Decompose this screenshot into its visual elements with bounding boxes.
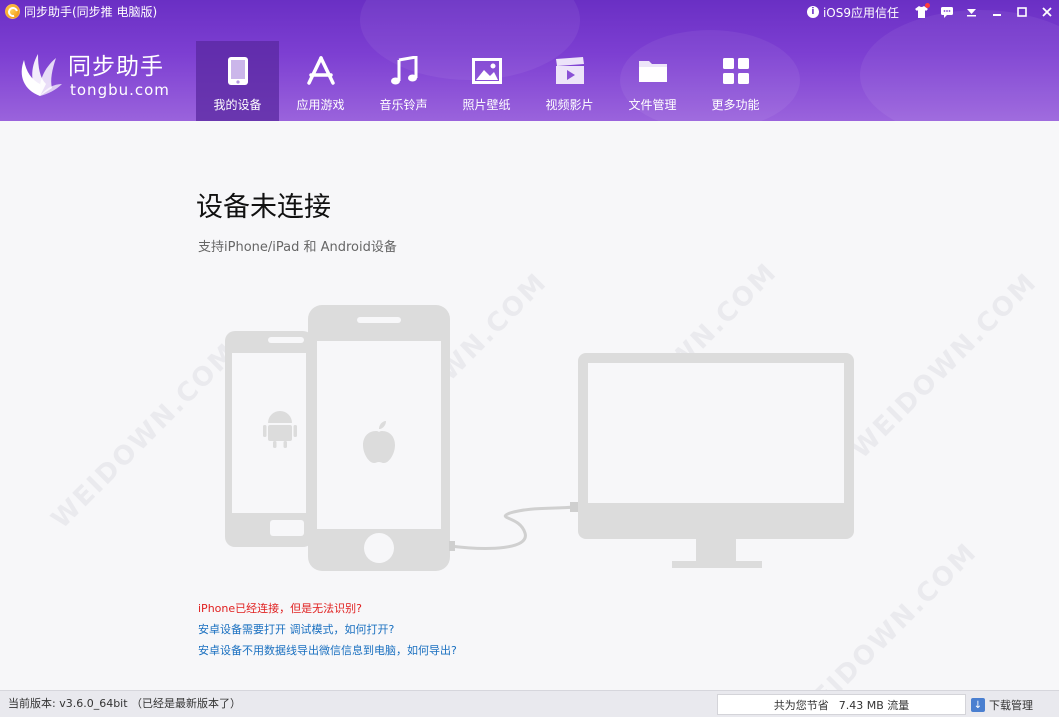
usb-cable-illustration xyxy=(449,505,576,550)
nav-apps-games[interactable]: 应用游戏 xyxy=(279,41,362,121)
download-manager-label: 下载管理 xyxy=(989,699,1033,712)
version-text: 当前版本: v3.6.0_64bit （已经是最新版本了） xyxy=(8,697,242,710)
main-content: WEIDOWN.COM WEIDOWN.COM WEIDOWN.COM WEID… xyxy=(0,121,1059,717)
nav-my-device[interactable]: 我的设备 xyxy=(196,41,279,121)
traffic-saved-value: 7.43 MB 流量 xyxy=(838,698,910,712)
nav-file-manager[interactable]: 文件管理 xyxy=(611,41,694,121)
close-icon xyxy=(1041,7,1052,17)
music-note-icon xyxy=(387,54,421,88)
download-arrow-icon: ↓ xyxy=(971,698,985,712)
nav-label: 视频影片 xyxy=(545,98,594,112)
app-logo-icon xyxy=(5,4,20,19)
header-cloud-decoration xyxy=(860,10,1059,121)
nav-label: 应用游戏 xyxy=(296,98,345,112)
computer-monitor-illustration xyxy=(578,353,854,568)
nav-label: 我的设备 xyxy=(213,98,262,112)
folder-icon xyxy=(636,54,670,88)
help-links: iPhone已经连接，但是无法识别? 安卓设备需要打开 调试模式，如何打开? 安… xyxy=(198,602,457,665)
video-clapper-icon xyxy=(553,54,587,88)
ios-trust-label: iOS9应用信任 xyxy=(822,5,899,20)
menu-down-icon xyxy=(966,8,977,17)
menu-button[interactable] xyxy=(959,0,984,24)
maximize-icon xyxy=(1016,7,1027,17)
nav-label: 文件管理 xyxy=(628,98,677,112)
feedback-button[interactable] xyxy=(934,0,959,24)
nav-more-features[interactable]: 更多功能 xyxy=(694,41,777,121)
title-bar[interactable]: 同步助手(同步推 电脑版) i iOS9应用信任 xyxy=(0,0,1059,24)
traffic-saved-label: 共为您节省 xyxy=(773,698,829,712)
picture-icon xyxy=(470,54,504,88)
chat-bubble-icon xyxy=(940,6,953,18)
close-button[interactable] xyxy=(1034,0,1059,24)
ios-trust-button[interactable]: i iOS9应用信任 xyxy=(806,4,899,21)
app-store-icon xyxy=(304,54,338,88)
page-title: 设备未连接 xyxy=(196,192,331,223)
android-phone-illustration xyxy=(225,331,313,547)
download-manager-button[interactable]: ↓ 下载管理 xyxy=(971,695,1033,715)
notification-dot xyxy=(925,3,930,8)
title-bar-controls: i iOS9应用信任 xyxy=(806,0,1059,24)
status-bar: 当前版本: v3.6.0_64bit （已经是最新版本了） 共为您节省 7.43… xyxy=(0,690,1059,717)
brand-logo: 同步助手 tongbu.com xyxy=(16,50,186,102)
main-nav: 我的设备 应用游戏 音乐铃声 照片壁纸 视频影片 文件管理 更多功能 xyxy=(196,41,777,121)
page-subtitle: 支持iPhone/iPad 和 Android设备 xyxy=(198,240,397,255)
logo-english-text: tongbu.com xyxy=(70,81,170,99)
nav-videos[interactable]: 视频影片 xyxy=(528,41,611,121)
iphone-not-recognized-link[interactable]: iPhone已经连接，但是无法识别? xyxy=(198,602,457,615)
iphone-illustration xyxy=(308,305,450,571)
cable-connector xyxy=(449,541,455,551)
nav-label: 音乐铃声 xyxy=(379,98,428,112)
tongbu-bird-icon xyxy=(21,54,62,96)
minimize-icon xyxy=(992,7,1002,17)
device-connection-illustration xyxy=(225,305,854,571)
nav-label: 照片壁纸 xyxy=(462,98,511,112)
minimize-button[interactable] xyxy=(984,0,1009,24)
grid-icon xyxy=(719,54,753,88)
nav-music-ringtones[interactable]: 音乐铃声 xyxy=(362,41,445,121)
android-debug-mode-link[interactable]: 安卓设备需要打开 调试模式，如何打开? xyxy=(198,623,457,636)
nav-photos-wallpapers[interactable]: 照片壁纸 xyxy=(445,41,528,121)
logo-chinese-text: 同步助手 xyxy=(68,54,164,80)
traffic-saved-box: 共为您节省 7.43 MB 流量 xyxy=(717,694,966,715)
skin-button[interactable] xyxy=(909,0,934,24)
watermark-text: WEIDOWN.COM xyxy=(845,267,1044,465)
nav-label: 更多功能 xyxy=(711,98,760,112)
maximize-button[interactable] xyxy=(1009,0,1034,24)
app-header: 同步助手(同步推 电脑版) i iOS9应用信任 同步助手 tongbu.com… xyxy=(0,0,1059,121)
window-title: 同步助手(同步推 电脑版) xyxy=(24,5,158,19)
cable-connector xyxy=(570,502,578,512)
phone-icon xyxy=(221,54,255,88)
info-icon: i xyxy=(806,6,819,18)
android-wechat-export-link[interactable]: 安卓设备不用数据线导出微信信息到电脑，如何导出? xyxy=(198,644,457,657)
watermark-text: WEIDOWN.COM xyxy=(45,337,244,535)
